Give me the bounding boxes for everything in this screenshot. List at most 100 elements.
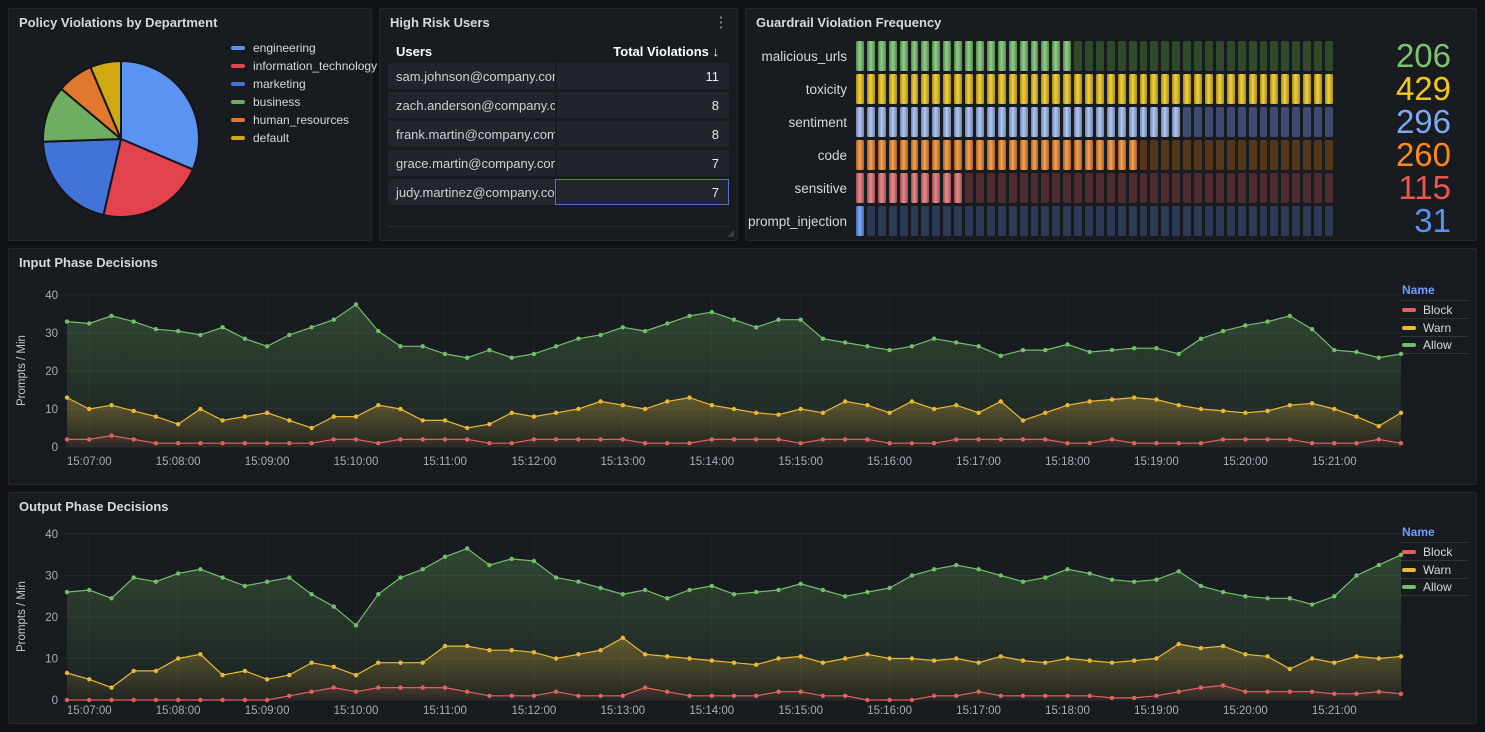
data-point-block[interactable] — [999, 694, 1003, 698]
data-point-allow[interactable] — [932, 567, 936, 571]
data-point-block[interactable] — [598, 694, 602, 698]
data-point-allow[interactable] — [465, 546, 469, 550]
data-point-block[interactable] — [354, 437, 358, 441]
data-point-block[interactable] — [621, 437, 625, 441]
data-point-allow[interactable] — [621, 592, 625, 596]
data-point-allow[interactable] — [554, 575, 558, 579]
legend-item-default[interactable]: default — [231, 129, 377, 147]
data-point-block[interactable] — [1310, 441, 1314, 445]
table-cell-user[interactable]: sam.johnson@company.com — [388, 63, 555, 89]
data-point-warn[interactable] — [198, 407, 202, 411]
data-point-allow[interactable] — [1332, 348, 1336, 352]
data-point-warn[interactable] — [532, 650, 536, 654]
data-point-block[interactable] — [776, 437, 780, 441]
legend-sort-header[interactable]: Name — [1400, 283, 1468, 300]
data-point-warn[interactable] — [376, 403, 380, 407]
data-point-warn[interactable] — [309, 661, 313, 665]
data-point-warn[interactable] — [176, 656, 180, 660]
data-point-warn[interactable] — [887, 656, 891, 660]
data-point-warn[interactable] — [954, 656, 958, 660]
data-point-allow[interactable] — [821, 337, 825, 341]
data-point-block[interactable] — [1199, 441, 1203, 445]
data-point-warn[interactable] — [687, 656, 691, 660]
data-point-allow[interactable] — [510, 557, 514, 561]
data-point-warn[interactable] — [1310, 401, 1314, 405]
data-point-allow[interactable] — [332, 604, 336, 608]
data-point-block[interactable] — [1288, 690, 1292, 694]
data-point-block[interactable] — [821, 437, 825, 441]
data-point-allow[interactable] — [1043, 575, 1047, 579]
data-point-block[interactable] — [954, 437, 958, 441]
legend-item-business[interactable]: business — [231, 93, 377, 111]
data-point-warn[interactable] — [887, 411, 891, 415]
table-cell-violations[interactable]: 7 — [555, 179, 729, 205]
data-point-block[interactable] — [799, 690, 803, 694]
data-point-warn[interactable] — [109, 685, 113, 689]
data-point-allow[interactable] — [643, 329, 647, 333]
data-point-warn[interactable] — [1243, 411, 1247, 415]
data-point-allow[interactable] — [198, 333, 202, 337]
table-row[interactable]: sam.johnson@company.com11 — [388, 63, 729, 89]
data-point-block[interactable] — [1354, 692, 1358, 696]
data-point-block[interactable] — [132, 437, 136, 441]
data-point-warn[interactable] — [332, 414, 336, 418]
data-point-block[interactable] — [487, 441, 491, 445]
data-point-block[interactable] — [1043, 694, 1047, 698]
data-point-warn[interactable] — [1199, 407, 1203, 411]
data-point-allow[interactable] — [132, 575, 136, 579]
data-point-allow[interactable] — [976, 344, 980, 348]
data-point-allow[interactable] — [776, 318, 780, 322]
data-point-warn[interactable] — [1043, 661, 1047, 665]
data-point-block[interactable] — [821, 694, 825, 698]
data-point-warn[interactable] — [1377, 656, 1381, 660]
data-point-block[interactable] — [1221, 683, 1225, 687]
data-point-allow[interactable] — [710, 584, 714, 588]
data-point-allow[interactable] — [87, 321, 91, 325]
data-point-allow[interactable] — [687, 314, 691, 318]
data-point-block[interactable] — [554, 690, 558, 694]
data-point-allow[interactable] — [1110, 578, 1114, 582]
data-point-warn[interactable] — [598, 399, 602, 403]
data-point-allow[interactable] — [287, 333, 291, 337]
data-point-block[interactable] — [220, 698, 224, 702]
data-point-allow[interactable] — [687, 588, 691, 592]
data-point-warn[interactable] — [65, 671, 69, 675]
data-point-warn[interactable] — [1043, 411, 1047, 415]
data-point-warn[interactable] — [398, 407, 402, 411]
data-point-warn[interactable] — [687, 395, 691, 399]
data-point-allow[interactable] — [376, 329, 380, 333]
data-point-allow[interactable] — [1288, 314, 1292, 318]
data-point-allow[interactable] — [443, 352, 447, 356]
data-point-block[interactable] — [287, 694, 291, 698]
data-point-allow[interactable] — [1265, 596, 1269, 600]
data-point-block[interactable] — [398, 437, 402, 441]
data-point-block[interactable] — [1199, 685, 1203, 689]
data-point-block[interactable] — [865, 698, 869, 702]
data-point-block[interactable] — [887, 698, 891, 702]
data-point-allow[interactable] — [1354, 573, 1358, 577]
data-point-block[interactable] — [1132, 441, 1136, 445]
data-point-warn[interactable] — [354, 673, 358, 677]
data-point-block[interactable] — [510, 694, 514, 698]
data-point-warn[interactable] — [1354, 414, 1358, 418]
data-point-block[interactable] — [1021, 437, 1025, 441]
data-point-warn[interactable] — [621, 403, 625, 407]
legend-item-engineering[interactable]: engineering — [231, 39, 377, 57]
data-point-block[interactable] — [1332, 692, 1336, 696]
data-point-warn[interactable] — [132, 669, 136, 673]
data-point-warn[interactable] — [754, 411, 758, 415]
data-point-block[interactable] — [554, 437, 558, 441]
data-point-warn[interactable] — [1021, 658, 1025, 662]
data-point-allow[interactable] — [443, 555, 447, 559]
data-point-block[interactable] — [332, 685, 336, 689]
data-point-block[interactable] — [1243, 690, 1247, 694]
data-point-warn[interactable] — [287, 418, 291, 422]
data-point-allow[interactable] — [332, 318, 336, 322]
data-point-block[interactable] — [198, 698, 202, 702]
data-point-block[interactable] — [1065, 694, 1069, 698]
data-point-allow[interactable] — [198, 567, 202, 571]
data-point-allow[interactable] — [865, 590, 869, 594]
data-point-warn[interactable] — [932, 658, 936, 662]
data-point-block[interactable] — [1110, 696, 1114, 700]
data-point-warn[interactable] — [665, 399, 669, 403]
